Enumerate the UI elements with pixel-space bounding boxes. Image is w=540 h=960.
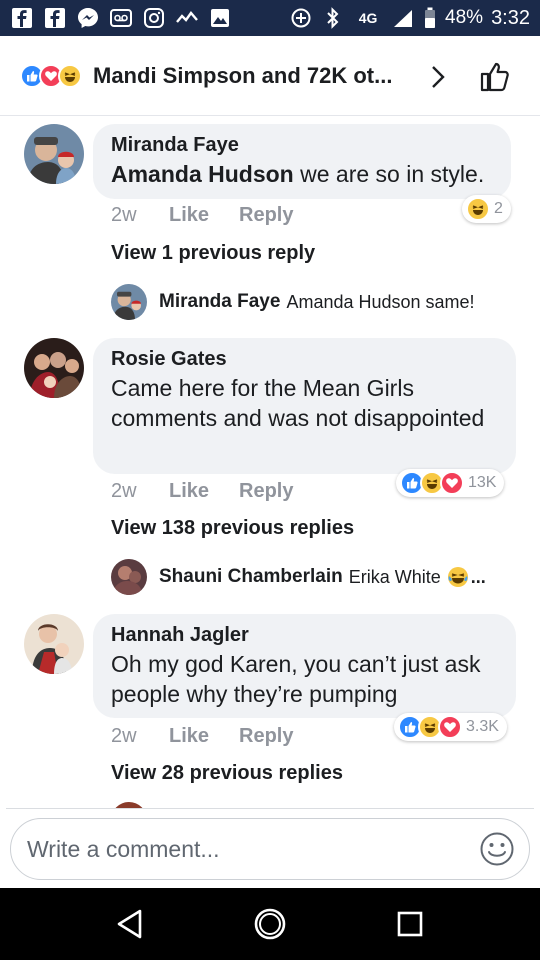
love-reaction-icon <box>438 715 462 739</box>
emoji-icon[interactable] <box>479 831 515 867</box>
love-reaction-icon <box>440 471 464 495</box>
mention-tag[interactable]: Amanda Hudson <box>111 161 294 187</box>
avatar[interactable] <box>24 124 84 184</box>
comment-bubble[interactable]: Rosie Gates Came here for the Mean Girls… <box>93 338 516 474</box>
reply-author-name[interactable]: Shauni Chamberlain <box>159 566 343 588</box>
view-previous-replies-link[interactable]: View 138 previous replies <box>111 517 354 540</box>
comment-input-placeholder[interactable]: Write a comment... <box>27 836 220 863</box>
comment-text: we are so in style. <box>293 161 485 187</box>
latest-reply[interactable]: Miranda Faye Amanda Hudson same! <box>111 284 475 320</box>
view-previous-replies-link[interactable]: View 28 previous replies <box>111 762 343 785</box>
avatar[interactable] <box>111 284 147 320</box>
comment-bubble[interactable]: Hannah Jagler Oh my god Karen, you can’t… <box>93 614 516 718</box>
facebook-notification-icon <box>43 7 67 29</box>
avatar[interactable] <box>24 338 84 398</box>
activity-icon <box>175 7 199 29</box>
data-saver-icon <box>289 7 313 29</box>
reactions-header[interactable]: Mandi Simpson and 72K ot... <box>0 36 540 116</box>
comment-actions: 2w Like Reply <box>111 725 293 748</box>
reaction-count: 2 <box>494 200 503 217</box>
comment-bubble[interactable]: Miranda Faye Amanda Hudson we are so in … <box>93 124 511 199</box>
commenter-name[interactable]: Rosie Gates <box>111 348 498 371</box>
status-bar: 4G 48% 3:32 <box>0 0 540 36</box>
bluetooth-icon <box>321 7 345 29</box>
clock: 3:32 <box>491 6 530 29</box>
back-icon[interactable] <box>105 899 155 949</box>
comment-timestamp: 2w <box>111 204 137 226</box>
reply-author-name[interactable]: Miranda Faye <box>159 291 280 313</box>
reaction-count-pill[interactable]: 13K <box>396 469 505 497</box>
reply-text: Erika White <box>348 566 441 587</box>
gallery-icon <box>208 7 232 29</box>
crying-laughing-emoji-icon <box>447 566 469 588</box>
comment-composer[interactable]: Write a comment... <box>10 818 530 880</box>
like-link[interactable]: Like <box>169 725 239 748</box>
like-link[interactable]: Like <box>169 204 239 227</box>
commenter-name[interactable]: Miranda Faye <box>111 134 493 157</box>
signal-icon <box>391 7 415 29</box>
android-nav-bar <box>0 888 540 960</box>
home-icon[interactable] <box>245 899 295 949</box>
reply-link[interactable]: Reply <box>239 725 293 748</box>
facebook-notification-icon <box>10 7 34 29</box>
reply-link[interactable]: Reply <box>239 204 293 227</box>
like-link[interactable]: Like <box>169 480 239 503</box>
battery-percent: 48% <box>445 7 484 28</box>
latest-reply[interactable]: Shauni Chamberlain Erika White ... <box>111 559 486 595</box>
reply-text: Amanda Hudson same! <box>286 291 475 312</box>
comment-actions: 2w Like Reply <box>111 204 293 227</box>
comment-text: Oh my god Karen, you can’t just ask peop… <box>111 651 481 707</box>
like-outline-icon[interactable] <box>478 60 512 99</box>
recent-apps-icon[interactable] <box>385 899 435 949</box>
reply-link[interactable]: Reply <box>239 480 293 503</box>
reactions-summary-title[interactable]: Mandi Simpson and 72K ot... <box>93 63 392 89</box>
reaction-count-pill[interactable]: 3.3K <box>394 713 507 741</box>
reaction-count: 13K <box>468 474 497 491</box>
avatar[interactable] <box>111 559 147 595</box>
comment-timestamp: 2w <box>111 480 137 502</box>
haha-reaction-icon <box>466 197 490 221</box>
composer-divider <box>6 808 534 809</box>
voicemail-icon <box>109 7 133 29</box>
reaction-count-pill[interactable]: 2 <box>462 195 511 223</box>
avatar[interactable] <box>24 614 84 674</box>
network-type-icon: 4G <box>358 10 378 26</box>
battery-icon <box>423 7 437 29</box>
comment-actions: 2w Like Reply <box>111 480 293 503</box>
comment-timestamp: 2w <box>111 725 137 747</box>
messenger-icon <box>76 7 100 29</box>
haha-reaction-icon <box>58 63 82 88</box>
chevron-right-icon[interactable] <box>428 64 448 95</box>
view-previous-replies-link[interactable]: View 1 previous reply <box>111 242 315 265</box>
header-reactions <box>20 63 82 88</box>
instagram-icon <box>142 7 166 29</box>
commenter-name[interactable]: Hannah Jagler <box>111 624 498 647</box>
reaction-count: 3.3K <box>466 718 499 735</box>
truncation-ellipsis: ... <box>470 566 486 587</box>
comment-text: Came here for the Mean Girls comments an… <box>111 375 485 431</box>
